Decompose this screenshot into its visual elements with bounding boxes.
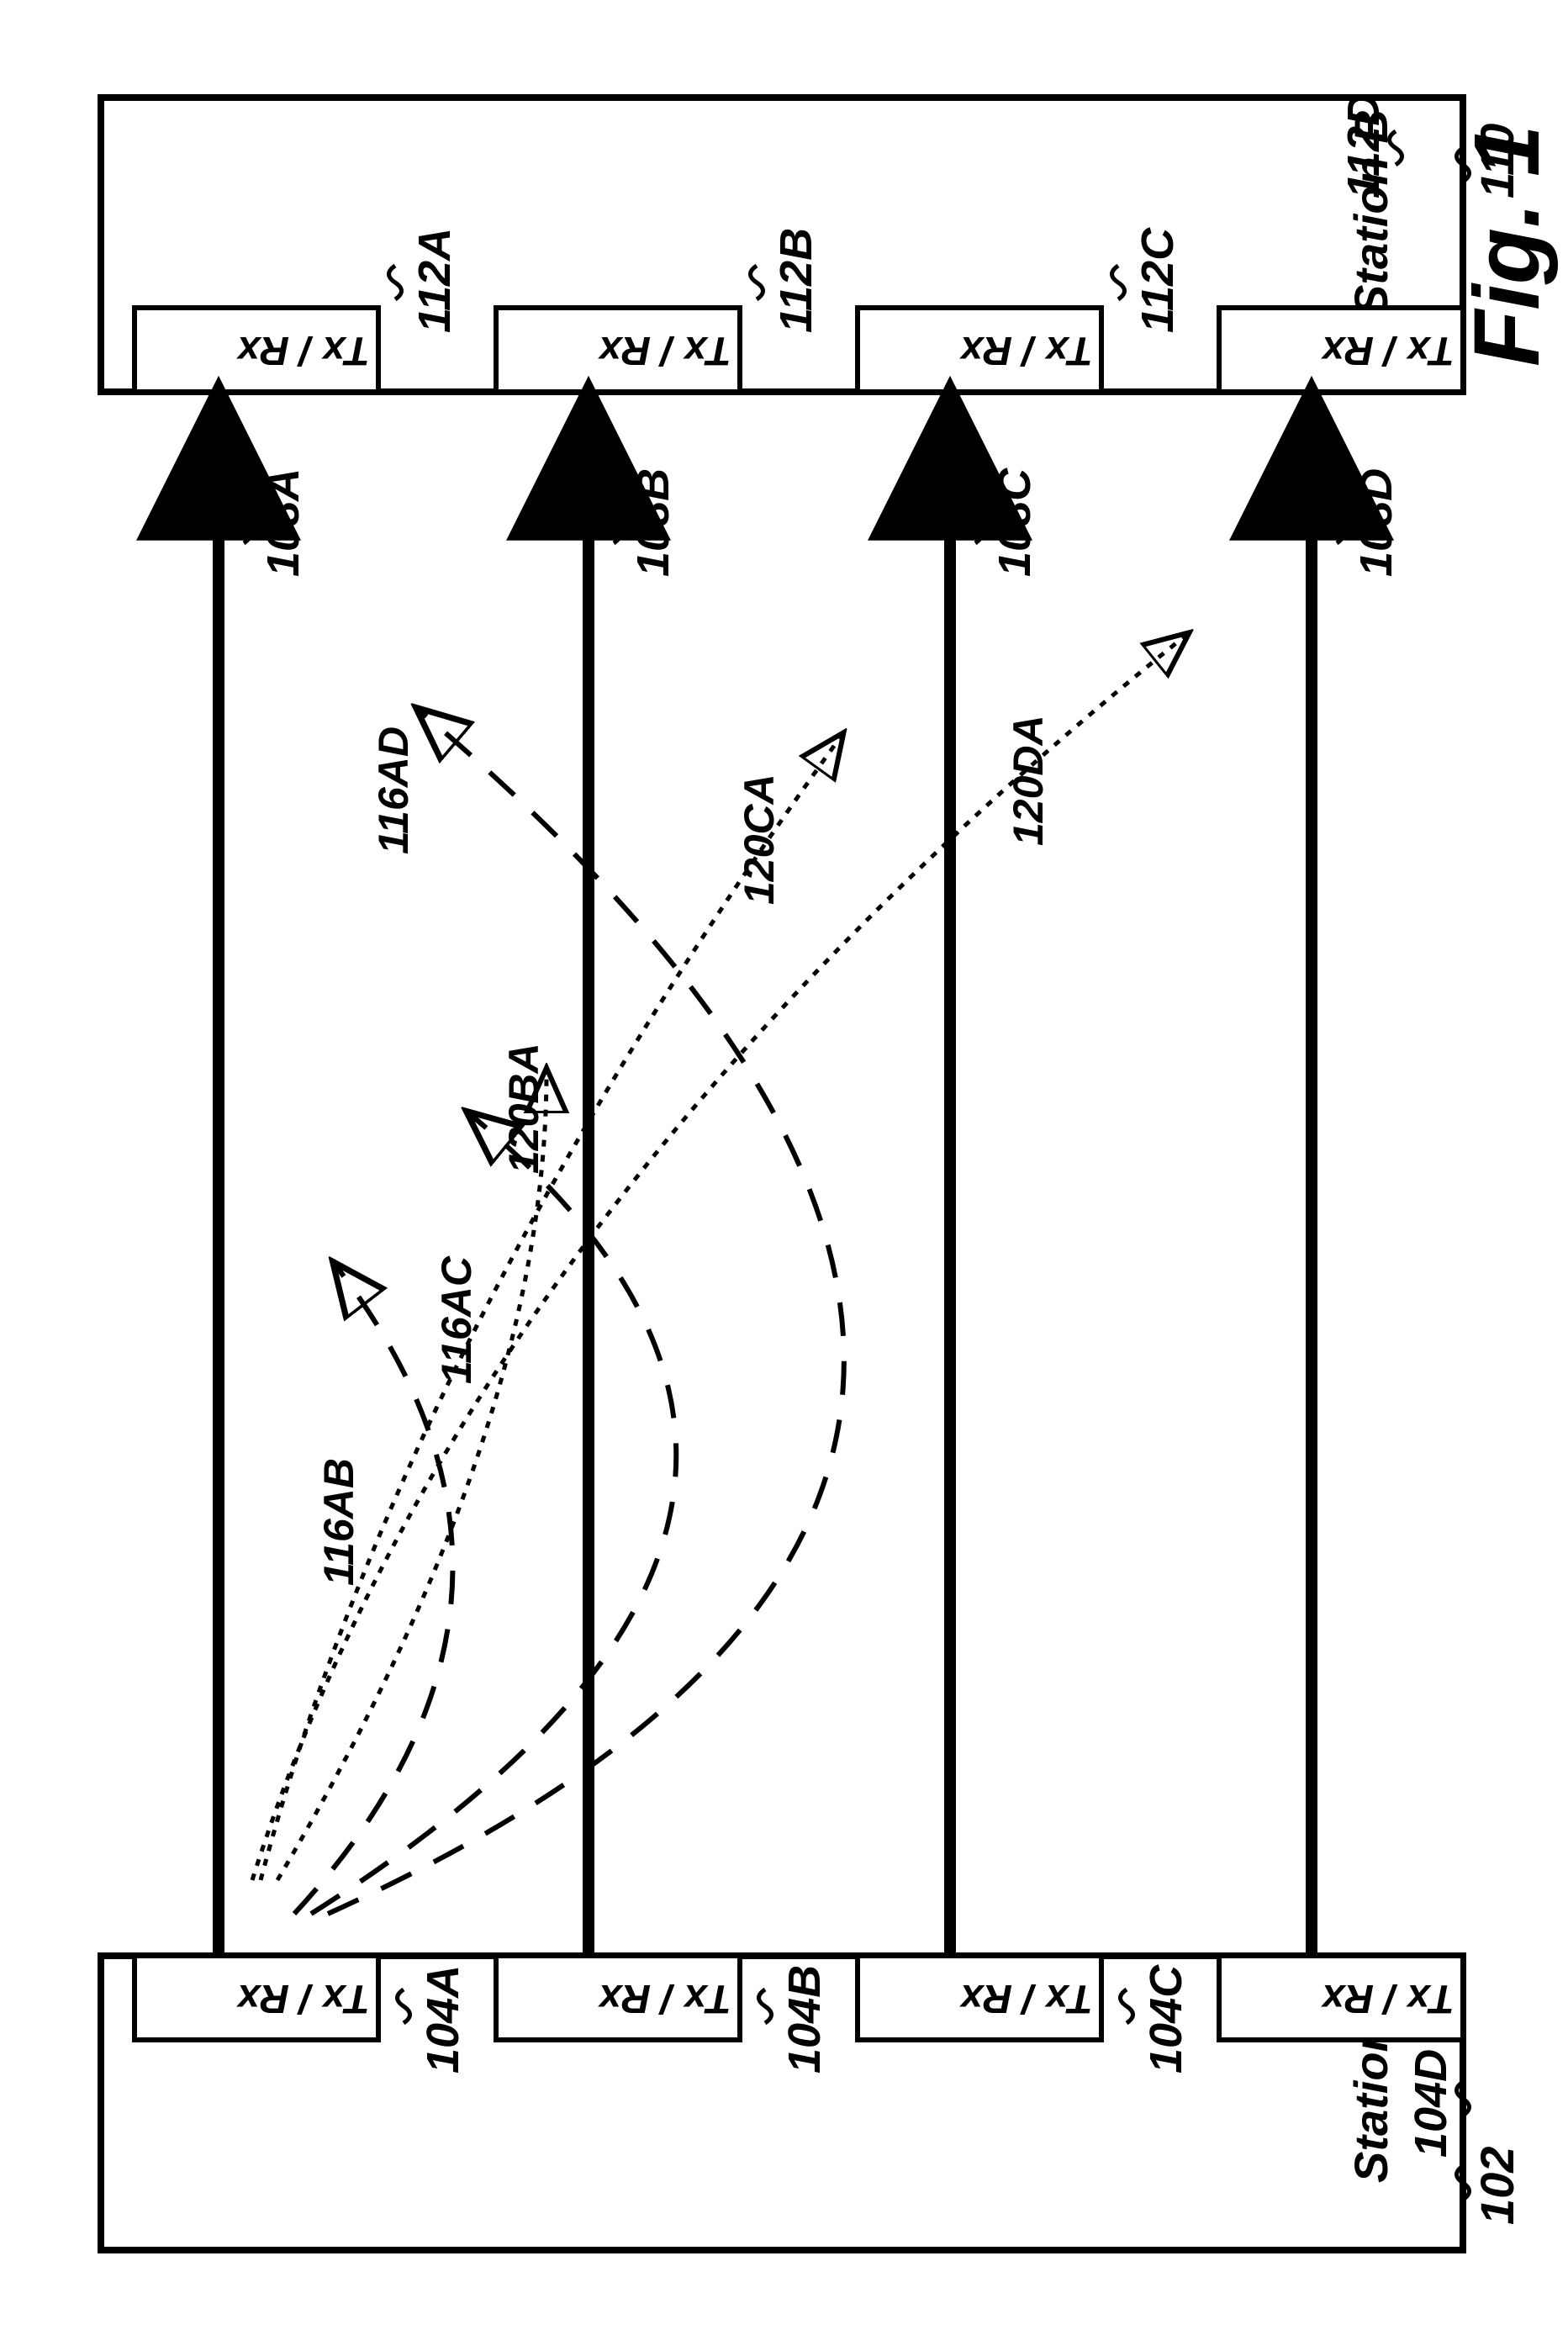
ref-112c: 112C	[1132, 227, 1183, 333]
xt-120ca	[261, 737, 841, 1880]
figure-label: Fig. 1	[1455, 125, 1559, 367]
station-a-ref: 102	[1470, 2147, 1523, 2225]
txrx-112d-label: Tx / Rx	[1320, 328, 1454, 372]
ref-120ca: 120CA	[736, 774, 783, 905]
txrx-112b-label: Tx / Rx	[597, 328, 731, 372]
txrx-104b-label: Tx / Rx	[597, 1976, 731, 2021]
ref-112d: 112D	[1338, 93, 1389, 198]
figure-1-diagram: Station A 102 Station B 110 Tx / Rx 104A…	[0, 0, 1568, 2351]
ref-108d: 108D	[1351, 468, 1402, 577]
ref-120ba: 120BA	[500, 1043, 547, 1174]
txrx-104d-label: Tx / Rx	[1320, 1976, 1454, 2021]
ref-116ad: 116AD	[370, 726, 417, 854]
ref-104c: 104C	[1141, 1964, 1191, 2074]
txrx-112a-label: Tx / Rx	[235, 328, 370, 372]
ref-104d: 104D	[1406, 2049, 1456, 2158]
ref-108a: 108A	[258, 468, 309, 577]
ref-116ab: 116AB	[315, 1458, 362, 1586]
txrx-112c-label: Tx / Rx	[958, 328, 1093, 372]
ref-104a: 104A	[418, 1965, 468, 2074]
ref-116ac: 116AC	[433, 1255, 480, 1384]
ref-108c: 108C	[990, 468, 1040, 577]
ref-108b: 108B	[628, 468, 678, 577]
xt-116ab	[294, 1266, 452, 1914]
txrx-104c-label: Tx / Rx	[958, 1976, 1093, 2021]
ref-104b: 104B	[779, 1965, 830, 2074]
xt-116ac	[311, 1115, 676, 1914]
txrx-104a-label: Tx / Rx	[235, 1976, 370, 2021]
ref-112b: 112B	[771, 228, 821, 333]
ref-120da: 120DA	[1005, 715, 1052, 846]
ref-112a: 112A	[409, 228, 460, 333]
